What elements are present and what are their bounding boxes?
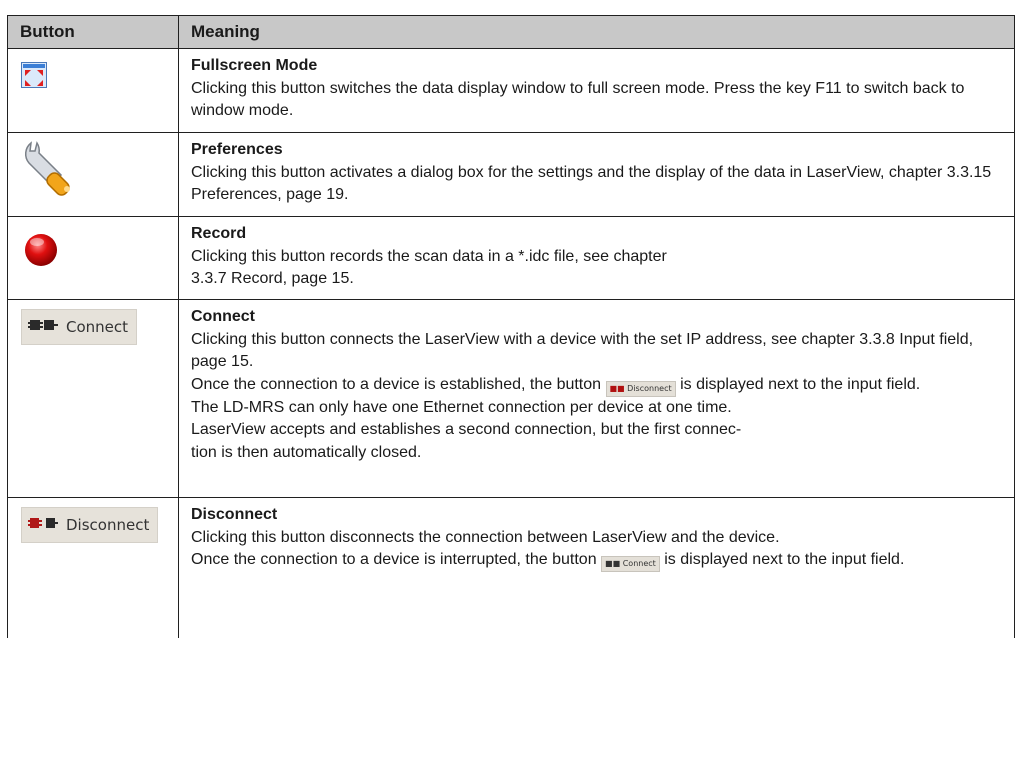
item-text: 3.3.7 Record, page 15. (191, 270, 354, 288)
connect-icon (28, 317, 58, 337)
disconnect-button-label: Disconnect (66, 516, 150, 534)
item-text: Clicking this button disconnects the con… (191, 528, 780, 546)
fullscreen-icon (21, 62, 47, 93)
inline-disconnect-button: ■■ Disconnect (605, 380, 676, 397)
header-button: Button (7, 15, 179, 49)
item-text: Clicking this button connects the LaserV… (191, 330, 974, 371)
item-text: Once the connection to a device is inter… (191, 549, 1004, 573)
meaning-cell: Connect Clicking this button connects th… (178, 299, 1015, 498)
meaning-cell: Fullscreen Mode Clicking this button swi… (178, 48, 1015, 133)
item-text-part: is displayed next to the input field. (680, 375, 921, 393)
table-row-record: Record Clicking this button records the … (7, 216, 1015, 300)
wrench-icon (21, 139, 83, 206)
item-text-part: is displayed next to the input field. (664, 551, 905, 569)
inline-disconnect-label: Disconnect (627, 383, 672, 393)
table-row-fullscreen: Fullscreen Mode Clicking this button swi… (7, 48, 1015, 133)
item-title: Disconnect (191, 506, 278, 523)
item-title: Record (191, 225, 247, 242)
record-icon (23, 232, 59, 273)
item-text: The LD-MRS can only have one Ethernet co… (191, 398, 732, 416)
connect-button-label: Connect (66, 318, 129, 336)
icon-cell (7, 132, 179, 217)
item-text: Clicking this button switches the data d… (191, 79, 965, 120)
item-text: Clicking this button activates a dialog … (191, 163, 992, 204)
inline-connect-button: ■■ Connect (601, 556, 660, 573)
disconnect-icon (28, 515, 58, 535)
meaning-cell: Preferences Clicking this button activat… (178, 132, 1015, 217)
header-meaning: Meaning (178, 15, 1015, 49)
item-text: Clicking this button records the scan da… (191, 247, 667, 265)
icon-cell: Disconnect (7, 497, 179, 638)
meaning-cell: Disconnect Clicking this button disconne… (178, 497, 1015, 638)
table-row-connect: Connect Connect Clicking this button con… (7, 299, 1015, 498)
table-row-disconnect: Disconnect Disconnect Clicking this butt… (7, 497, 1015, 638)
item-title: Connect (191, 308, 255, 325)
item-text-part: Once the connection to a device is estab… (191, 375, 602, 393)
disconnect-button[interactable]: Disconnect (21, 507, 159, 543)
item-text: tion is then automatically closed. (191, 443, 422, 461)
item-text: LaserView accepts and establishes a seco… (191, 421, 742, 439)
table-header-row: Button Meaning (7, 15, 1015, 49)
meaning-cell: Record Clicking this button records the … (178, 216, 1015, 300)
icon-cell: Connect (7, 299, 179, 498)
connect-button[interactable]: Connect (21, 309, 138, 345)
button-meaning-table: Button Meaning Fullscreen Mode Clicking … (7, 15, 1015, 638)
item-title: Preferences (191, 141, 283, 158)
icon-cell (7, 48, 179, 133)
item-text: Once the connection to a device is estab… (191, 374, 1004, 397)
item-text-part: Once the connection to a device is inter… (191, 551, 597, 569)
table-row-preferences: Preferences Clicking this button activat… (7, 132, 1015, 217)
item-title: Fullscreen Mode (191, 57, 318, 74)
icon-cell (7, 216, 179, 300)
inline-connect-label: Connect (622, 559, 656, 569)
